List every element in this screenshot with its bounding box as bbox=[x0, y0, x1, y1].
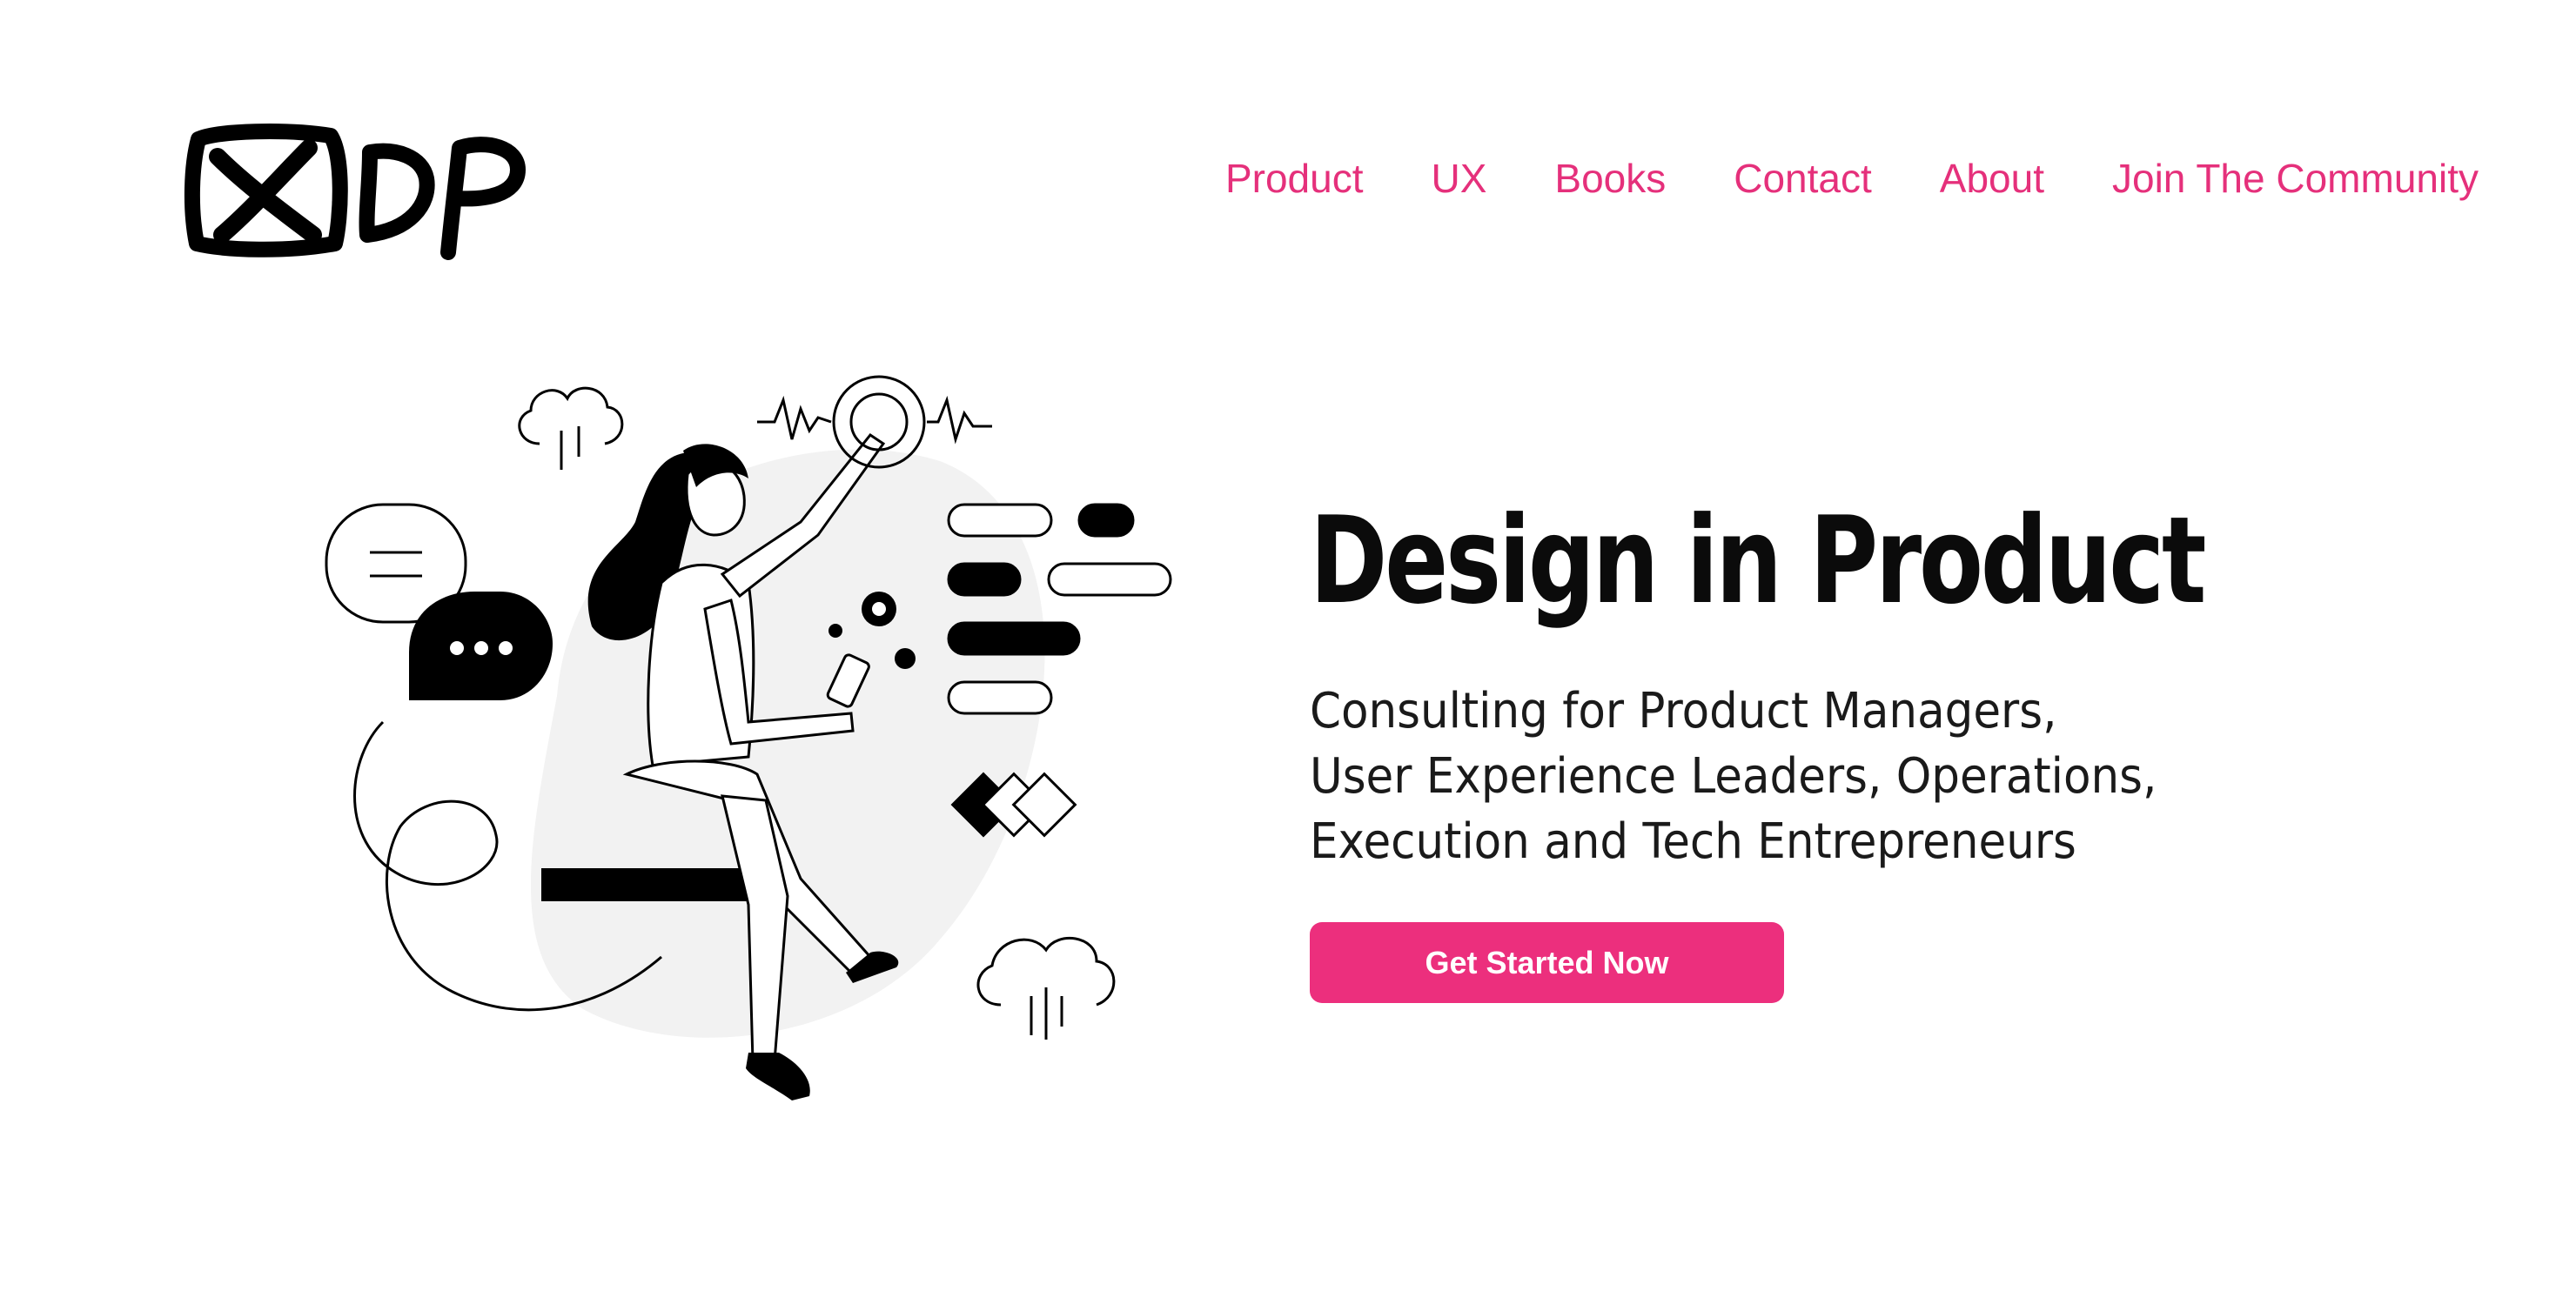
hero-section: Design in Product Consulting for Product… bbox=[1310, 487, 2441, 874]
hero-title: Design in Product bbox=[1310, 491, 2206, 631]
chat-bubble-filled-icon bbox=[409, 592, 553, 700]
nav-ux[interactable]: UX bbox=[1431, 148, 1486, 209]
dp-logo-link[interactable] bbox=[183, 122, 531, 261]
bench bbox=[541, 868, 750, 901]
page: Product UX Books Contact About Join The … bbox=[0, 0, 2576, 1291]
nav-about[interactable]: About bbox=[1940, 148, 2044, 209]
hero-subtitle-line-1: Consulting for Product Managers, bbox=[1310, 683, 2057, 739]
hero-subtitle-line-2: User Experience Leaders, Operations, bbox=[1310, 748, 2157, 805]
hero-subtitle: Consulting for Product Managers, User Ex… bbox=[1310, 679, 2431, 874]
get-started-button[interactable]: Get Started Now bbox=[1310, 922, 1784, 1003]
main-nav: Product UX Books Contact About Join The … bbox=[1225, 148, 2479, 209]
nav-books[interactable]: Books bbox=[1554, 148, 1666, 209]
hero-illustration bbox=[325, 375, 1172, 1100]
hero-subtitle-line-3: Execution and Tech Entrepreneurs bbox=[1310, 813, 2076, 870]
dp-logo-icon bbox=[184, 124, 526, 260]
nav-contact[interactable]: Contact bbox=[1734, 148, 1872, 209]
nav-product[interactable]: Product bbox=[1225, 148, 1364, 209]
site-header: Product UX Books Contact About Join The … bbox=[0, 0, 2576, 261]
nav-join-community[interactable]: Join The Community bbox=[2112, 148, 2479, 209]
cloud-icon-bottom bbox=[976, 937, 1116, 1040]
cloud-icon bbox=[518, 386, 624, 470]
